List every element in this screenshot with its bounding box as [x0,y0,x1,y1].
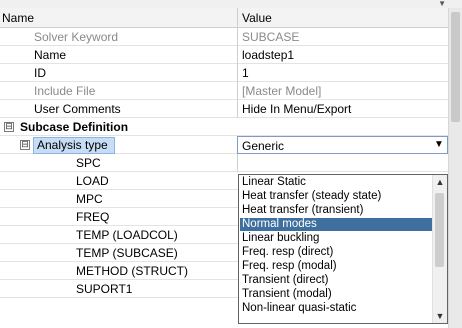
dropdown-option[interactable]: Heat transfer (transient) [240,204,434,217]
chevron-down-icon[interactable]: ▼ [433,309,447,323]
property-row-solver-keyword[interactable]: Solver Keyword SUBCASE [0,28,448,46]
property-name: Include File [34,84,96,98]
expand-arrow-icon[interactable]: ▼ [438,0,446,8]
chevron-down-icon[interactable]: ▼ [431,137,447,153]
dropdown-option[interactable]: Linear Static [240,176,434,189]
property-row-include-file[interactable]: Include File [Master Model] [0,82,448,100]
dropdown-option[interactable]: Transient (modal) [240,288,434,301]
property-row-name[interactable]: Name loadstep1 [0,46,448,64]
dropdown-scrollbar[interactable]: ▲ ▼ [432,175,447,323]
property-name: Solver Keyword [34,30,119,44]
section-title: Subcase Definition [20,120,129,134]
name-column-header[interactable]: Name [0,8,239,28]
dropdown-option[interactable]: Freq. resp (modal) [240,260,434,273]
property-row-user-comments[interactable]: User Comments Hide In Menu/Export [0,100,448,118]
property-value: [Master Model] [237,82,448,100]
property-row-id[interactable]: ID 1 [0,64,448,82]
chevron-up-icon[interactable]: ▲ [433,175,447,189]
collapse-icon[interactable]: ⊟ [20,140,30,150]
sub-item-row[interactable]: SPC [0,154,448,172]
dropdown-option[interactable]: Heat transfer (steady state) [240,190,434,203]
value-column-header[interactable]: Value [237,8,448,28]
property-name: User Comments [34,102,121,116]
property-value: SUBCASE [237,28,448,46]
property-name: Analysis type [33,137,115,154]
dropdown-option-selected[interactable]: Normal modes [240,218,434,231]
analysis-type-combobox[interactable]: Generic ▼ [237,136,448,154]
dropdown-option[interactable]: Non-linear quasi-static [240,302,434,315]
analysis-type-dropdown-list[interactable]: Linear Static Heat transfer (steady stat… [238,174,448,324]
dropdown-option[interactable]: Transient (direct) [240,274,434,287]
top-strip: ▼ [0,0,462,8]
sub-item-value [237,154,448,172]
dropdown-option[interactable]: Linear buckling [240,232,434,245]
dropdown-option[interactable]: Freq. resp (direct) [240,246,434,259]
property-value[interactable]: Hide In Menu/Export [237,100,448,118]
property-name: Name [34,48,67,62]
grid-scrollbar[interactable] [448,8,462,328]
scrollbar-thumb[interactable] [451,12,460,122]
section-subcase-definition[interactable]: ⊟ Subcase Definition [0,118,448,136]
property-value[interactable]: loadstep1 [237,46,448,64]
grid-header: Name Value [0,8,448,28]
property-value[interactable]: 1 [237,64,448,82]
property-name: ID [34,66,46,80]
combobox-value: Generic [242,139,285,153]
scrollbar-thumb[interactable] [435,193,444,267]
property-row-analysis-type[interactable]: ⊟ Analysis type Generic ▼ [0,136,448,154]
